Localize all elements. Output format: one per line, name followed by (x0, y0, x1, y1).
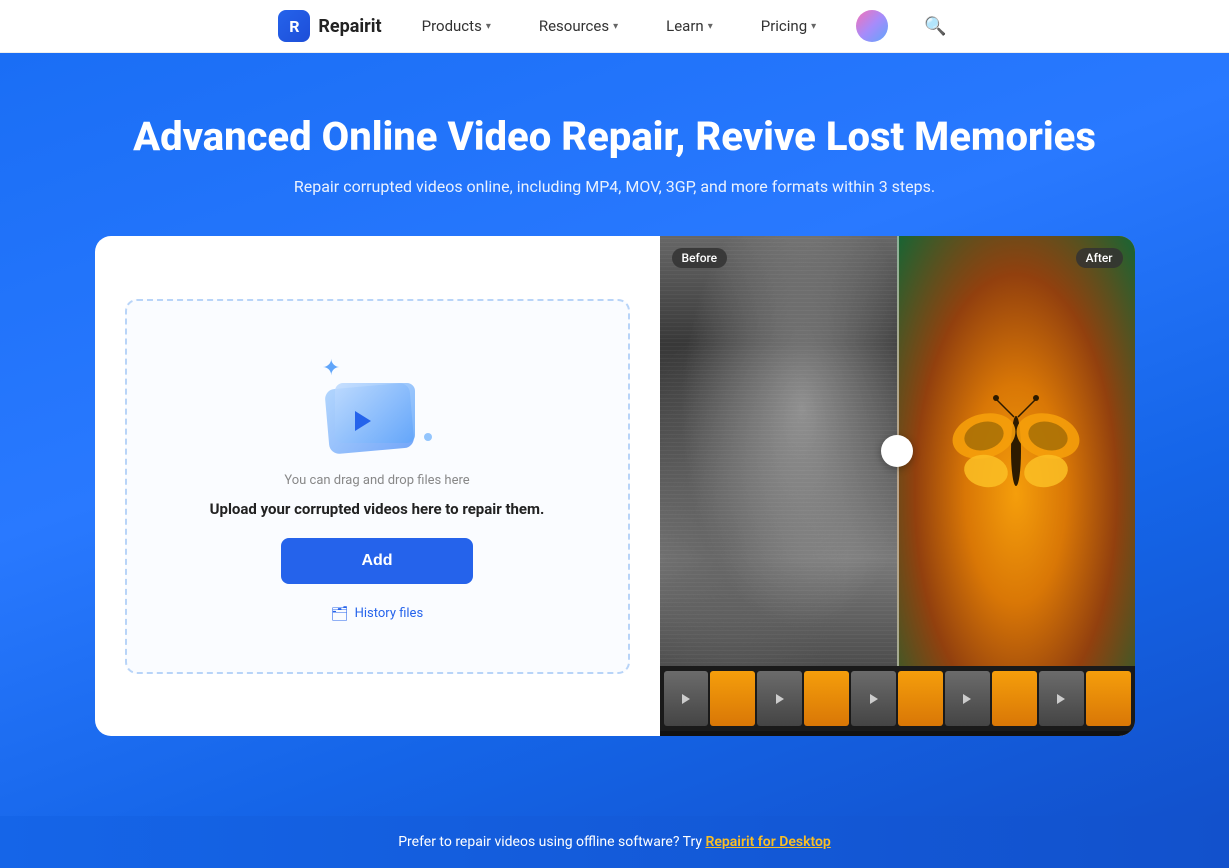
bottom-bar: Prefer to repair videos using offline so… (0, 816, 1229, 868)
film-frame (851, 671, 896, 726)
film-frame (710, 671, 755, 726)
nav-pricing[interactable]: Pricing ▾ (753, 13, 824, 39)
film-frame (898, 671, 943, 726)
butterfly-illustration (936, 371, 1096, 531)
desktop-link[interactable]: Repairit for Desktop (705, 834, 830, 850)
after-badge: After (1076, 248, 1123, 268)
user-avatar[interactable] (856, 10, 888, 42)
drag-drop-hint: You can drag and drop files here (284, 473, 469, 488)
after-panel: After (897, 236, 1135, 666)
after-image (897, 236, 1135, 666)
film-frame (992, 671, 1037, 726)
before-panel: Before (660, 236, 898, 666)
film-frame (1039, 671, 1084, 726)
film-frame (804, 671, 849, 726)
hero-subtitle: Repair corrupted videos online, includin… (20, 177, 1209, 196)
before-badge: Before (672, 248, 728, 268)
history-link[interactable]: 🗂 History files (331, 606, 423, 622)
logo-icon: R (278, 10, 310, 42)
logo[interactable]: R Repairit (278, 10, 381, 42)
upload-panel: ✦ You can drag and drop files here Uploa… (95, 236, 660, 736)
bottom-text: Prefer to repair videos using offline so… (398, 834, 705, 850)
nav-resources[interactable]: Resources ▾ (531, 13, 626, 39)
main-card: ✦ You can drag and drop files here Uploa… (95, 236, 1135, 736)
chevron-down-icon: ▾ (486, 21, 491, 32)
film-frame (757, 671, 802, 726)
add-button[interactable]: Add (281, 538, 472, 584)
film-frame (945, 671, 990, 726)
star-icon: ✦ (322, 356, 340, 381)
search-icon[interactable]: 🔍 (920, 12, 950, 41)
play-icon (355, 411, 371, 431)
chevron-down-icon: ▾ (708, 21, 713, 32)
illustration-card (335, 383, 415, 443)
nav-products[interactable]: Products ▾ (414, 13, 499, 39)
comparison-handle[interactable]: ◁▷ (881, 435, 913, 467)
nav-learn[interactable]: Learn ▾ (658, 13, 721, 39)
chevron-down-icon: ▾ (811, 21, 816, 32)
hero-title: Advanced Online Video Repair, Revive Los… (20, 113, 1209, 161)
chevron-down-icon: ▾ (613, 21, 618, 32)
upload-illustration: ✦ (317, 351, 437, 451)
film-frame (664, 671, 709, 726)
dot-decoration (424, 433, 432, 441)
folder-icon: 🗂 (331, 606, 349, 622)
filmstrip (660, 666, 1135, 731)
hero-section: Advanced Online Video Repair, Revive Los… (0, 53, 1229, 816)
drop-area[interactable]: ✦ You can drag and drop files here Uploa… (125, 299, 630, 674)
comparison-view: Before ◁▷ (660, 236, 1135, 666)
logo-text: Repairit (318, 16, 381, 37)
preview-panel: Before ◁▷ (660, 236, 1135, 736)
before-overlay (660, 236, 898, 666)
film-frame (1086, 671, 1131, 726)
navbar: R Repairit Products ▾ Resources ▾ Learn … (0, 0, 1229, 53)
upload-title: Upload your corrupted videos here to rep… (210, 500, 545, 518)
